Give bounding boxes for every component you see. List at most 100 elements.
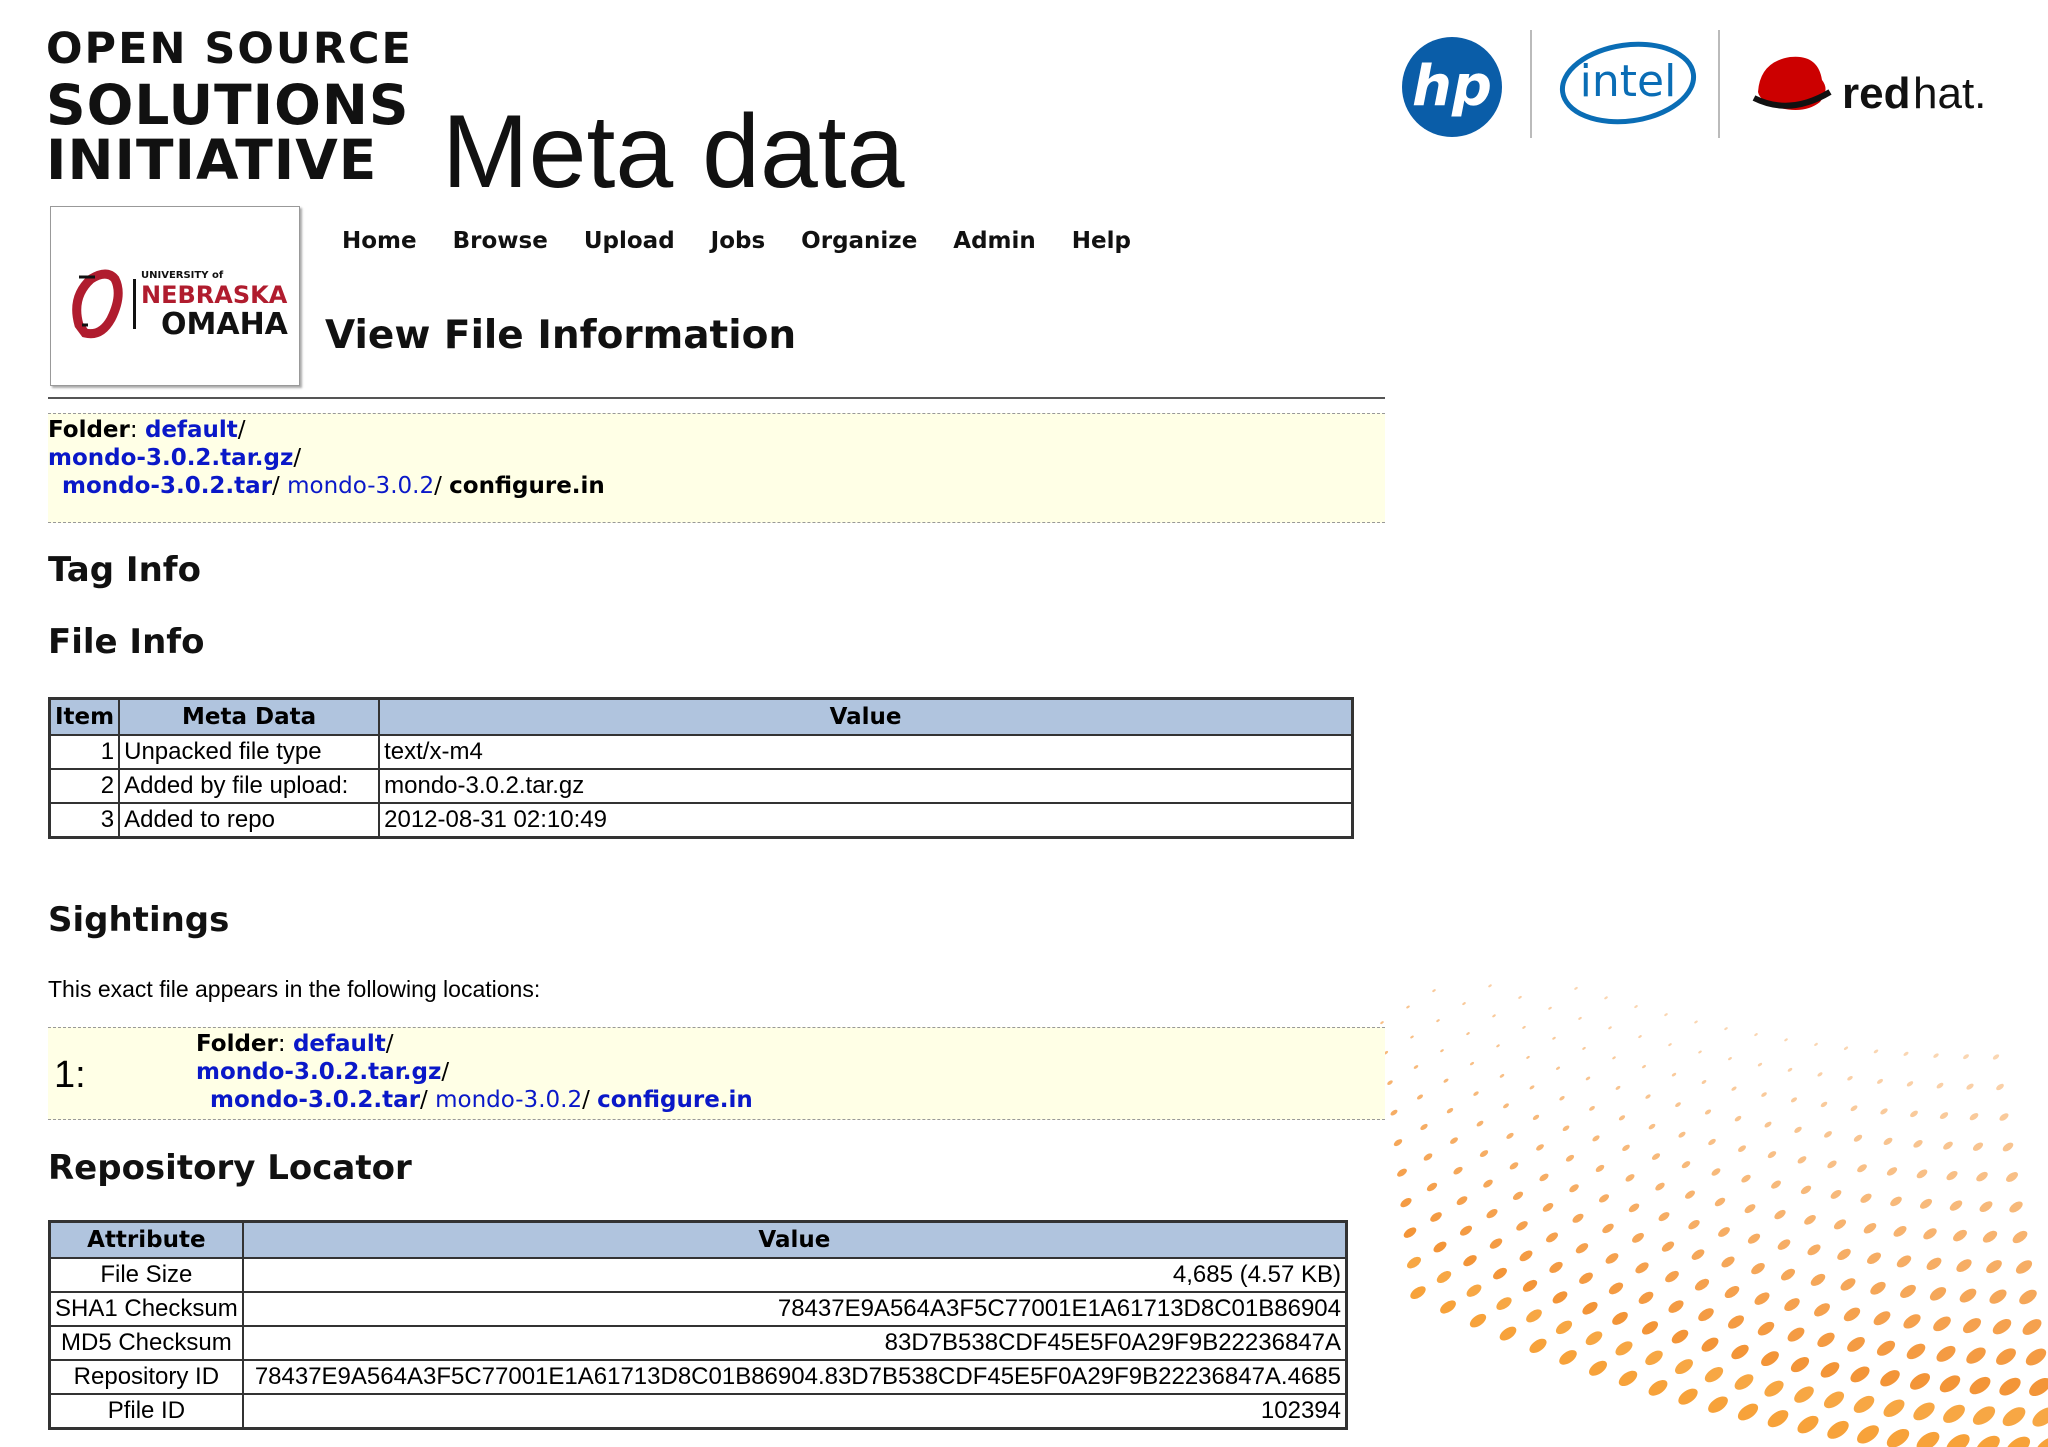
decorative-dot <box>1602 1223 1614 1234</box>
decorative-dot <box>1857 1164 1867 1173</box>
hp-logo: hp <box>1402 37 1502 137</box>
decorative-dot <box>1675 1102 1681 1108</box>
nav-upload[interactable]: Upload <box>584 228 675 258</box>
decorative-dot <box>1413 1065 1419 1069</box>
decorative-dot <box>1539 1173 1549 1182</box>
nav-help[interactable]: Help <box>1072 228 1131 258</box>
breadcrumb-archive-link[interactable]: mondo-3.0.2.tar.gz <box>48 445 293 471</box>
decorative-dot <box>1651 1153 1661 1160</box>
decorative-dot <box>1473 1091 1479 1096</box>
brand-line-3: INITIATIVE <box>46 128 378 192</box>
sighting-archive-link[interactable]: mondo-3.0.2.tar.gz <box>196 1059 441 1085</box>
sighting-file-link[interactable]: configure.in <box>597 1087 753 1113</box>
partner-logos: hp intel red hat. <box>1400 30 2000 140</box>
decorative-dot <box>1939 1375 1961 1393</box>
decorative-dot <box>1824 1131 1832 1138</box>
decorative-dot <box>1916 1431 1940 1447</box>
decorative-dot <box>1420 1123 1428 1131</box>
decorative-dot <box>1933 1053 1939 1058</box>
decorative-dot <box>1526 1055 1530 1059</box>
nav-home[interactable]: Home <box>342 228 417 258</box>
sighting-tar-link[interactable]: mondo-3.0.2.tar <box>210 1087 420 1113</box>
sighting-item: 1: Folder: default/ mondo-3.0.2.tar.gz/ … <box>48 1027 1385 1120</box>
osi-brand-logo: OPEN SOURCE SOLUTIONS INITIATIVE <box>46 28 413 193</box>
breadcrumb-dir-link[interactable]: mondo-3.0.2 <box>287 473 434 499</box>
decorative-dot <box>1966 1083 1974 1090</box>
cell-value: text/x-m4 <box>378 734 1354 770</box>
decorative-dot <box>1466 1032 1470 1036</box>
decorative-dot <box>1463 1255 1477 1267</box>
nav-jobs[interactable]: Jobs <box>711 228 766 258</box>
decorative-dot <box>1432 989 1436 993</box>
decorative-dot <box>1569 1184 1579 1193</box>
decorative-dot <box>1469 1313 1487 1328</box>
sighting-folder-link[interactable]: default <box>293 1031 386 1057</box>
decorative-dot <box>1800 1185 1812 1195</box>
decorative-dot <box>1797 1156 1807 1164</box>
nav-admin[interactable]: Admin <box>953 228 1036 258</box>
decorative-dot <box>1622 1144 1630 1152</box>
decorative-dot <box>1440 1300 1456 1314</box>
decorative-dot <box>1701 1080 1707 1084</box>
decorative-dot <box>1886 1428 1910 1447</box>
decorative-dot <box>1764 1380 1784 1397</box>
sightings-heading: Sightings <box>48 900 230 940</box>
decorative-dot <box>2019 1289 2037 1305</box>
decorative-dot <box>1784 1038 1788 1042</box>
decorative-dot <box>1522 1279 1538 1292</box>
decorative-dot <box>1469 1061 1475 1066</box>
nav-organize[interactable]: Organize <box>801 228 917 258</box>
decorative-dot <box>1876 1340 1896 1356</box>
decorative-dot <box>1479 1150 1489 1158</box>
sighting-dir-link[interactable]: mondo-3.0.2 <box>435 1087 582 1113</box>
decorative-dot <box>2006 1172 2018 1182</box>
decorative-dot <box>1996 1348 2016 1365</box>
decorative-dot <box>1559 1350 1577 1365</box>
decorative-dot <box>1837 1248 1851 1261</box>
decorative-dot <box>1966 1347 1986 1364</box>
decorative-dot <box>1704 1109 1712 1115</box>
decorative-dot <box>1880 1108 1888 1115</box>
decorative-dot <box>1724 1285 1740 1299</box>
table-header-row: Item Meta Data Value <box>48 697 1354 736</box>
redhat-logo: red hat. <box>1752 56 1986 118</box>
breadcrumb-tar-link[interactable]: mondo-3.0.2.tar <box>62 473 272 499</box>
decorative-dot <box>1642 1064 1646 1069</box>
table-row: Pfile ID 102394 <box>48 1393 1348 1430</box>
decorative-dot <box>1393 1139 1403 1147</box>
decorative-dot <box>1615 1341 1633 1356</box>
decorative-dot <box>1853 1134 1863 1142</box>
decorative-dot <box>2005 1436 2031 1447</box>
decorative-dot <box>2022 1319 2042 1335</box>
decorative-dot <box>1595 1164 1605 1172</box>
cell-attribute: MD5 Checksum <box>48 1325 244 1361</box>
uno-line-3: OMAHA <box>161 307 288 342</box>
decorative-dot <box>1738 1145 1746 1152</box>
uno-line-1: UNIVERSITY of <box>141 270 224 281</box>
decorative-dot <box>1423 1153 1433 1161</box>
col-header-value: Value <box>378 697 1354 736</box>
decorative-dot <box>1681 1161 1691 1169</box>
decorative-dot <box>1962 1318 1982 1334</box>
decorative-dot <box>1552 1036 1556 1040</box>
decorative-dot <box>1641 1321 1659 1335</box>
decorative-dot <box>1516 1221 1528 1231</box>
decorative-dot <box>1926 1257 1942 1271</box>
cell-attribute: File Size <box>48 1257 244 1293</box>
decorative-dot <box>1436 1019 1440 1023</box>
decorative-dot <box>1433 1241 1447 1253</box>
nav-browse[interactable]: Browse <box>453 228 548 258</box>
breadcrumb-folder-link[interactable]: default <box>145 417 238 443</box>
cell-value: 2012-08-31 02:10:49 <box>378 802 1354 839</box>
decorative-dot <box>1764 1121 1772 1128</box>
decorative-dot <box>1582 1046 1586 1050</box>
decorative-dot <box>1916 1169 1928 1179</box>
decorative-dot <box>1833 1219 1847 1230</box>
decorative-dot <box>1499 1326 1517 1341</box>
decorative-dot <box>1873 1049 1879 1054</box>
decorative-dot <box>1847 1075 1853 1081</box>
decorative-dot <box>1953 1229 1967 1242</box>
decorative-dot <box>1906 1081 1914 1087</box>
decorative-dot <box>1751 1262 1765 1275</box>
decorative-dot <box>1430 1212 1442 1222</box>
